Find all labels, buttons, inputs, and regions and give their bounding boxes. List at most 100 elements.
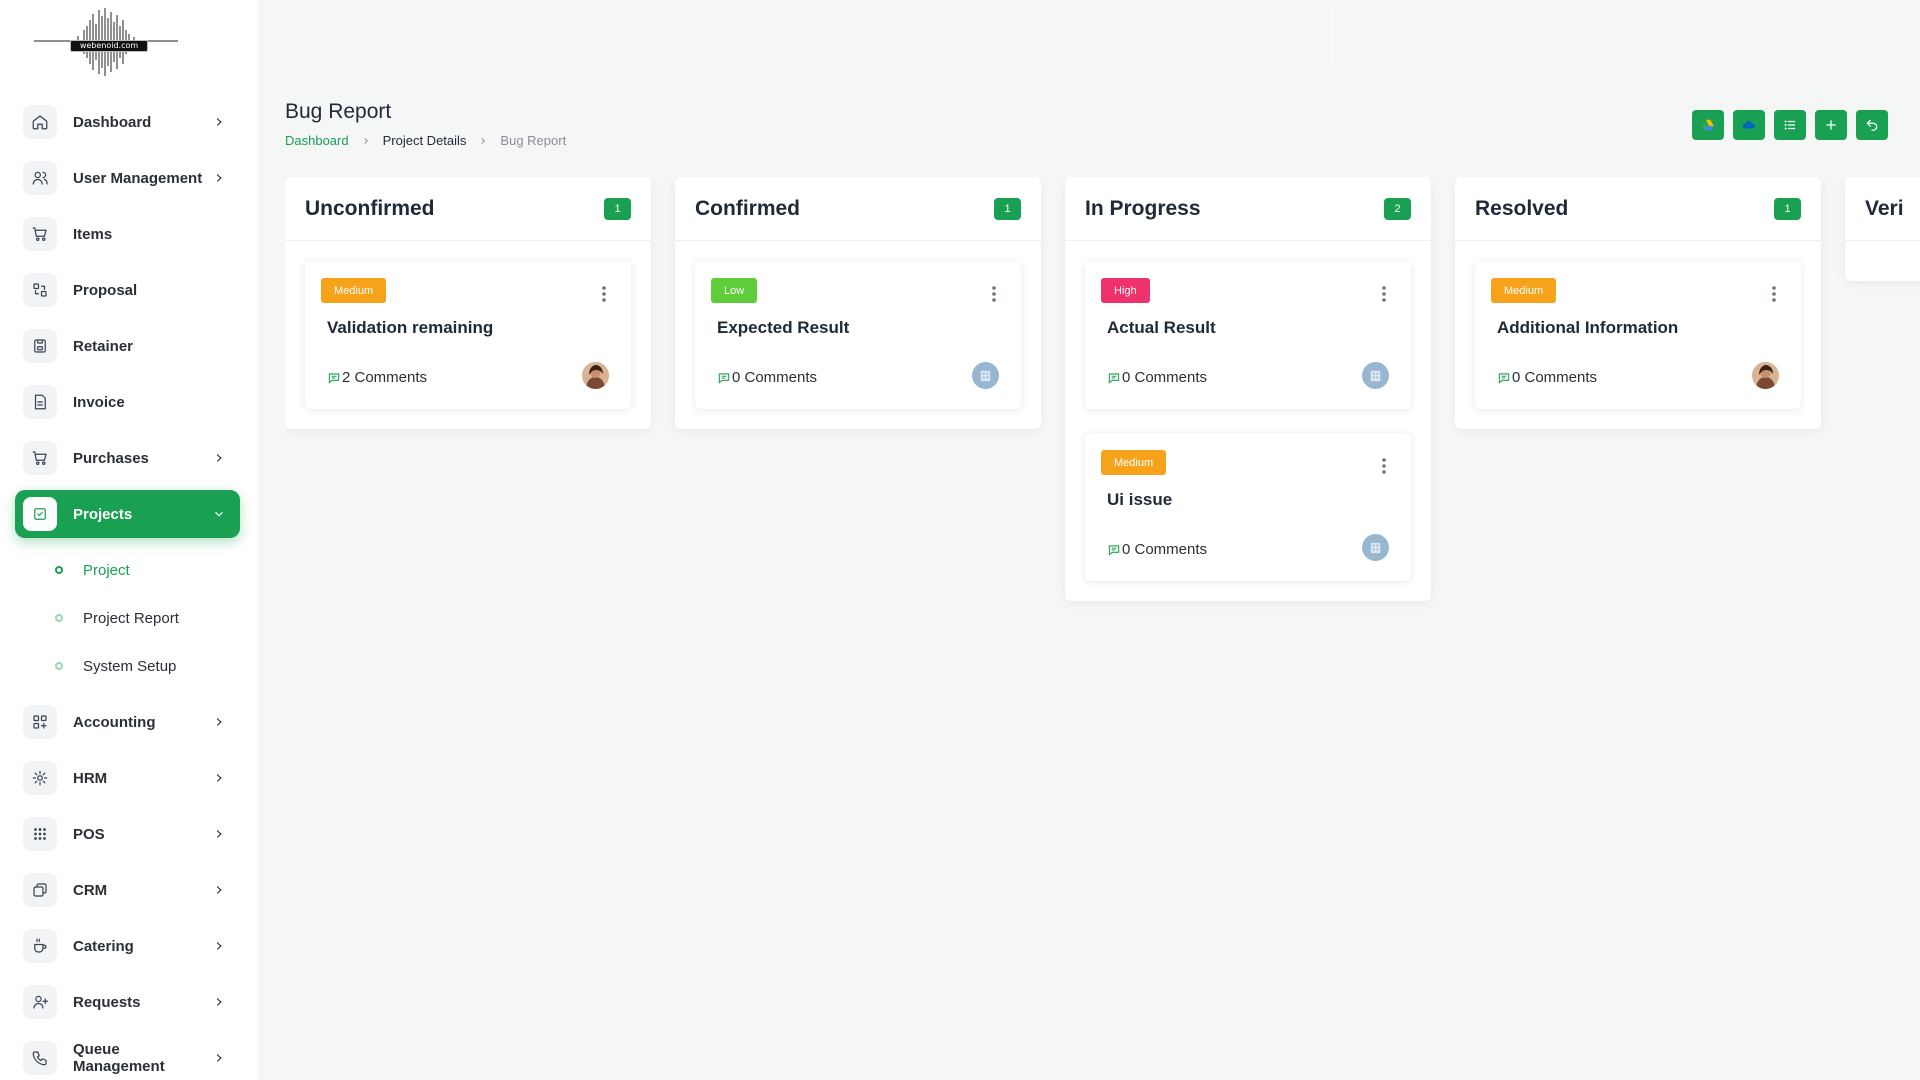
building-icon	[980, 370, 991, 382]
sidebar-subitem-project[interactable]: Project	[39, 546, 240, 594]
breadcrumb-project-details[interactable]: Project Details	[383, 133, 467, 148]
plus-icon	[1826, 120, 1836, 130]
comments-count: 0 Comments	[1122, 541, 1208, 558]
comment-icon	[1498, 372, 1510, 384]
sidebar-subitem-label: Project	[83, 561, 130, 579]
comment-icon	[328, 372, 340, 384]
google-drive-button[interactable]	[1692, 110, 1724, 140]
comments-link[interactable]: 0 Comments	[1107, 369, 1207, 386]
sidebar-item-accounting[interactable]: Accounting	[15, 698, 240, 746]
sidebar-item-dashboard[interactable]: Dashboard	[15, 98, 240, 146]
comments-count: 2 Comments	[342, 369, 428, 386]
priority-badge: Low	[711, 278, 758, 303]
sidebar-item-projects[interactable]: Projects	[15, 490, 240, 538]
kebab-menu-icon[interactable]	[601, 285, 607, 303]
comments-link[interactable]: 0 Comments	[1497, 369, 1597, 386]
projects-submenu: Project Project Report System Setup	[15, 546, 240, 690]
column-title: Unconfirmed	[305, 196, 435, 220]
comment-icon	[1108, 544, 1120, 556]
bug-card[interactable]: Medium Validation remaining 2 Comments	[305, 261, 631, 409]
list-view-button[interactable]	[1774, 110, 1806, 140]
sidebar-item-items[interactable]: Items	[15, 210, 240, 258]
onedrive-button[interactable]	[1733, 110, 1765, 140]
avatar[interactable]	[1362, 362, 1389, 389]
sidebar-item-user-management[interactable]: User Management	[15, 154, 240, 202]
sidebar: webenoid.com Dashboard User Management I…	[0, 0, 258, 1080]
card-title: Expected Result	[717, 318, 850, 337]
chevron-right-icon	[216, 998, 222, 1006]
avatar[interactable]	[1752, 362, 1779, 389]
user-plus-icon	[23, 985, 57, 1019]
sidebar-item-pos[interactable]: POS	[15, 810, 240, 858]
sidebar-item-purchases[interactable]: Purchases	[15, 434, 240, 482]
phone-icon	[23, 1041, 57, 1075]
column-header: Veri	[1845, 177, 1920, 241]
dots-grid-icon	[23, 817, 57, 851]
column-body: Medium Validation remaining 2 Comments	[285, 241, 651, 429]
kebab-menu-icon[interactable]	[1381, 285, 1387, 303]
sidebar-item-label: Accounting	[73, 713, 156, 731]
kebab-menu-icon[interactable]	[1381, 457, 1387, 475]
priority-badge: Medium	[321, 278, 387, 303]
sidebar-subitem-label: System Setup	[83, 657, 177, 675]
sidebar-item-label: Requests	[73, 993, 141, 1011]
sidebar-subitem-system-setup[interactable]: System Setup	[39, 642, 240, 690]
comments-link[interactable]: 0 Comments	[1107, 541, 1207, 558]
sidebar-item-crm[interactable]: CRM	[15, 866, 240, 914]
sidebar-item-label: User Management	[73, 169, 203, 187]
sidebar-item-requests[interactable]: Requests	[15, 978, 240, 1026]
sidebar-item-label: Retainer	[73, 337, 134, 355]
column-body: Low Expected Result 0 Comments	[675, 241, 1041, 429]
comments-count: 0 Comments	[732, 369, 818, 386]
bug-card[interactable]: Medium Additional Information 0 Comments	[1475, 261, 1801, 409]
sidebar-item-queue-management[interactable]: Queue Management	[15, 1034, 240, 1080]
back-button[interactable]	[1856, 110, 1888, 140]
list-icon	[1784, 120, 1796, 130]
sidebar-subitem-project-report[interactable]: Project Report	[39, 594, 240, 642]
breadcrumb-dashboard[interactable]: Dashboard	[285, 133, 349, 148]
sidebar-item-label: CRM	[73, 881, 108, 899]
sidebar-item-proposal[interactable]: Proposal	[15, 266, 240, 314]
brand-logo[interactable]: webenoid.com	[30, 6, 182, 76]
avatar[interactable]	[582, 362, 609, 389]
card-title: Additional Information	[1497, 318, 1679, 337]
sidebar-item-catering[interactable]: Catering	[15, 922, 240, 970]
sidebar-item-label: Catering	[73, 937, 134, 955]
column-header: Confirmed 1	[675, 177, 1041, 241]
chevron-right-icon	[216, 886, 222, 894]
avatar[interactable]	[1362, 534, 1389, 561]
sidebar-item-label: POS	[73, 825, 105, 843]
sidebar-item-label: Projects	[73, 505, 133, 523]
column-title: In Progress	[1085, 196, 1201, 220]
column-in-progress: In Progress 2 High Actual Result 0 Comme…	[1065, 177, 1431, 601]
chevron-right-icon	[216, 718, 222, 726]
column-title: Confirmed	[695, 196, 800, 220]
bullet-icon	[55, 614, 63, 622]
bug-card[interactable]: Medium Ui issue 0 Comments	[1085, 433, 1411, 581]
kebab-menu-icon[interactable]	[1771, 285, 1777, 303]
sidebar-item-hrm[interactable]: HRM	[15, 754, 240, 802]
bug-card[interactable]: Low Expected Result 0 Comments	[695, 261, 1021, 409]
column-confirmed: Confirmed 1 Low Expected Result 0 Commen…	[675, 177, 1041, 429]
comments-link[interactable]: 0 Comments	[717, 369, 817, 386]
comments-link[interactable]: 2 Comments	[327, 369, 427, 386]
kebab-menu-icon[interactable]	[991, 285, 997, 303]
onedrive-icon	[1742, 120, 1755, 129]
avatar[interactable]	[972, 362, 999, 389]
sidebar-item-retainer[interactable]: Retainer	[15, 322, 240, 370]
add-button[interactable]	[1815, 110, 1847, 140]
sidebar-item-label: Proposal	[73, 281, 138, 299]
card-title: Ui issue	[1107, 490, 1173, 509]
bug-card[interactable]: High Actual Result 0 Comments	[1085, 261, 1411, 409]
column-verified: Veri	[1845, 177, 1920, 281]
column-title: Veri	[1865, 196, 1904, 220]
sidebar-item-label: Dashboard	[73, 113, 152, 131]
priority-badge: Medium	[1101, 450, 1167, 475]
chevron-right-icon	[216, 118, 222, 126]
column-unconfirmed: Unconfirmed 1 Medium Validation remainin…	[285, 177, 651, 429]
chevron-right-icon	[216, 174, 222, 182]
comments-count: 0 Comments	[1122, 369, 1208, 386]
page-title: Bug Report	[285, 100, 392, 123]
sidebar-item-invoice[interactable]: Invoice	[15, 378, 240, 426]
comment-icon	[718, 372, 730, 384]
